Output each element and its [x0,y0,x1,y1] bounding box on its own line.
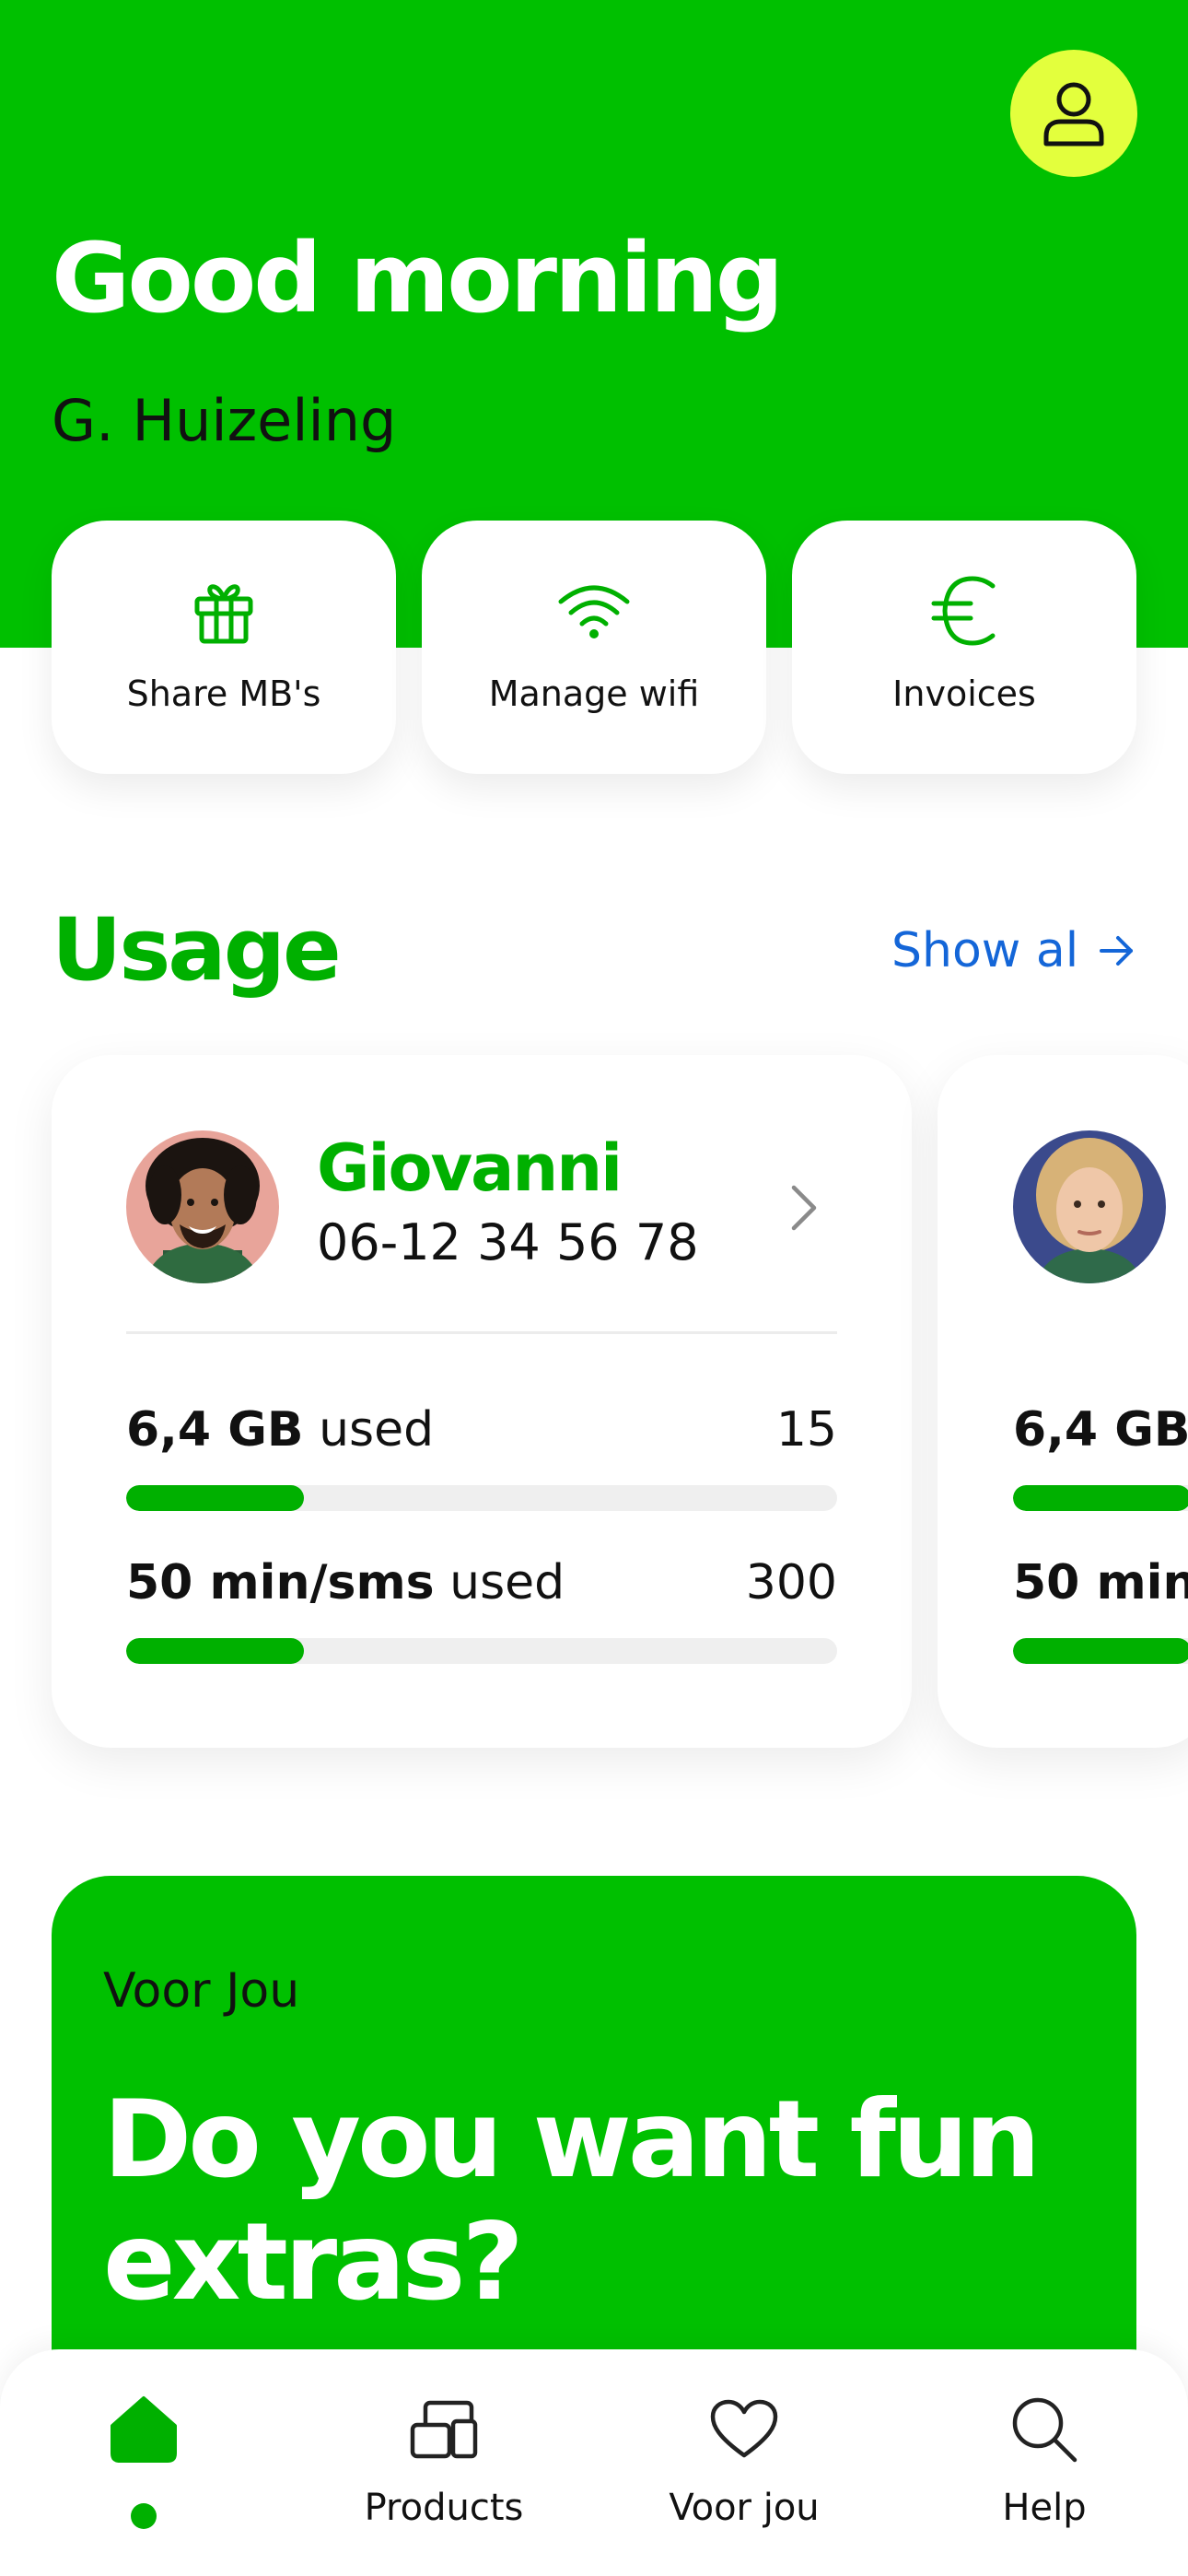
active-indicator [131,2503,157,2529]
minutes-usage-bar [1013,1638,1188,1664]
user-name: G. Huizeling [52,387,397,454]
minutes-used-amount: 50 min/sms [1013,1555,1188,1610]
data-usage-label: 6,4 GB used [126,1401,434,1458]
data-used-amount: 6,4 GB [126,1402,304,1458]
bottom-navigation: Products Voor jou Help [0,2349,1188,2576]
divider [126,1331,837,1334]
data-usage-fill [126,1485,304,1511]
usage-card[interactable]: 6,4 GB 50 min/sms [938,1055,1188,1748]
nav-item-products[interactable]: Products [333,2349,554,2576]
minutes-usage-bar [126,1638,837,1664]
data-usage-fill [1013,1485,1188,1511]
quick-action-share-mbs[interactable]: Share MB's [52,521,396,774]
euro-icon [930,574,998,648]
home-icon [109,2391,179,2468]
nav-item-help[interactable]: Help [934,2349,1155,2576]
heart-icon [709,2391,779,2468]
devices-icon [409,2391,479,2468]
data-total: 15 [775,1402,837,1458]
data-used-amount: 6,4 GB [1013,1402,1188,1458]
profile-button[interactable] [1010,50,1137,177]
data-usage-bar [126,1485,837,1511]
show-all-link[interactable]: Show al [891,923,1136,978]
minutes-total: 300 [745,1555,837,1610]
promo-title: Do you want fun extras? [103,2078,1041,2325]
quick-action-label: Manage wifi [488,673,700,714]
home-screen: Good morning G. Huizeling Share MB's Man… [0,0,1188,2576]
minutes-usage-label: 50 min/sms [1013,1554,1188,1611]
arrow-right-icon [1100,936,1134,966]
data-usage-label: 6,4 GB [1013,1401,1188,1458]
chevron-right-icon[interactable] [788,1184,820,1232]
quick-action-manage-wifi[interactable]: Manage wifi [422,521,766,774]
show-all-label: Show al [891,923,1079,978]
search-icon [1009,2391,1079,2468]
avatar [126,1130,279,1283]
nav-label: Voor jou [669,2487,820,2529]
minutes-usage-fill [126,1638,304,1664]
quick-action-invoices[interactable]: Invoices [792,521,1136,774]
minutes-used-suffix: used [434,1555,565,1610]
avatar [1013,1130,1166,1283]
nav-label: Products [364,2487,524,2529]
quick-action-label: Invoices [892,673,1036,714]
wifi-icon [557,574,631,648]
data-used-suffix: used [303,1402,435,1458]
minutes-usage-fill [1013,1638,1188,1664]
quick-action-label: Share MB's [126,673,321,714]
gift-icon [192,574,256,648]
person-icon [1043,82,1104,146]
data-usage-bar [1013,1485,1188,1511]
usage-card[interactable]: Giovanni 06-12 34 56 78 6,4 GB used 15 5… [52,1055,912,1748]
phone-number: 06-12 34 56 78 [317,1213,699,1271]
minutes-usage-label: 50 min/sms used [126,1554,565,1611]
nav-label: Help [1002,2487,1087,2529]
minutes-used-amount: 50 min/sms [126,1555,435,1610]
person-name: Giovanni [317,1130,623,1206]
promo-kicker: Voor Jou [103,1963,300,2019]
greeting-title: Good morning [52,222,784,334]
nav-item-voor-jou[interactable]: Voor jou [634,2349,855,2576]
nav-item-home[interactable] [33,2349,254,2576]
usage-heading: Usage [52,900,342,1001]
